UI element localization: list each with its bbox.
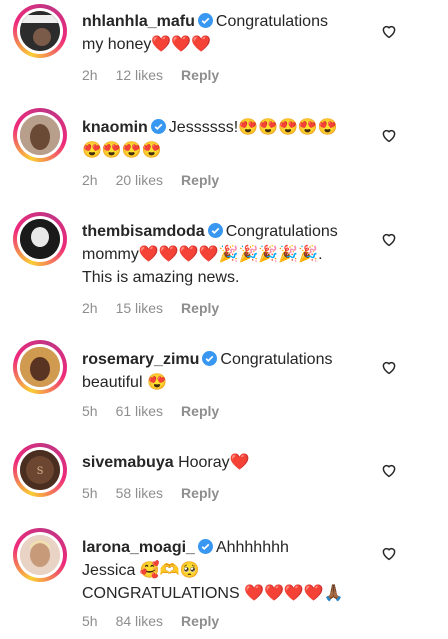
comment-text-line: 😍😍😍😍 <box>82 142 162 159</box>
reply-button[interactable]: Reply <box>181 403 219 419</box>
comment-likes[interactable]: 15 likes <box>116 300 163 316</box>
comment-text-line: Jessica 🥰🫶🥺 <box>82 562 200 579</box>
heart-outline-icon[interactable] <box>380 22 398 40</box>
avatar-story-ring[interactable] <box>13 340 67 394</box>
svg-text:S: S <box>37 466 44 477</box>
avatar: S <box>20 450 60 490</box>
avatar-story-ring[interactable] <box>13 528 67 582</box>
comment-text: Hooray❤️ <box>178 454 250 471</box>
comment-likes[interactable]: 20 likes <box>116 172 163 188</box>
comment-username[interactable]: rosemary_zimu <box>82 351 199 368</box>
comment-time: 2h <box>82 172 98 188</box>
comment-text: Congratulations <box>220 351 333 368</box>
reply-button[interactable]: Reply <box>181 485 219 501</box>
comment-text-line: CONGRATULATIONS ❤️❤️❤️❤️🙏🏾 <box>82 585 344 602</box>
heart-outline-icon[interactable] <box>380 126 398 144</box>
comment-text-line: my honey❤️❤️❤️ <box>82 36 212 53</box>
avatar-story-ring[interactable] <box>13 108 67 162</box>
reply-button[interactable]: Reply <box>181 300 219 316</box>
comment-username[interactable]: sivemabuya <box>82 454 174 471</box>
comment-likes[interactable]: 58 likes <box>116 485 163 501</box>
avatar-story-ring[interactable] <box>13 212 67 266</box>
avatar <box>20 347 60 387</box>
avatar <box>20 535 60 575</box>
comment-text: Ahhhhhhh <box>215 539 289 556</box>
heart-outline-icon[interactable] <box>380 461 398 479</box>
verified-badge-icon <box>197 13 213 28</box>
comment-text: Congratulations <box>215 13 328 30</box>
reply-button[interactable]: Reply <box>181 172 219 188</box>
heart-outline-icon[interactable] <box>380 358 398 376</box>
avatar-story-ring[interactable] <box>13 4 67 58</box>
comment-username[interactable]: thembisamdoda <box>82 223 205 240</box>
heart-outline-icon[interactable] <box>380 544 398 562</box>
reply-button[interactable]: Reply <box>181 67 219 83</box>
comment-time: 5h <box>82 613 98 629</box>
verified-badge-icon <box>202 351 218 366</box>
comment-text: Congratulations <box>225 223 338 240</box>
avatar <box>20 11 60 51</box>
comment-time: 5h <box>82 403 98 419</box>
comment-text-line: beautiful 😍 <box>82 374 167 391</box>
verified-badge-icon <box>197 539 213 554</box>
comment-text-line: This is amazing news. <box>82 269 240 286</box>
comment-likes[interactable]: 84 likes <box>116 613 163 629</box>
avatar <box>20 219 60 259</box>
comment-username[interactable]: knaomin <box>82 119 148 136</box>
heart-outline-icon[interactable] <box>380 230 398 248</box>
avatar-story-ring[interactable]: S <box>13 443 67 497</box>
comment-text: Jessssss!😍😍😍😍😍 <box>168 119 338 136</box>
verified-badge-icon <box>207 223 223 238</box>
comment-text-line: mommy❤️❤️❤️❤️🎉🎉🎉🎉🎉. <box>82 246 323 263</box>
reply-button[interactable]: Reply <box>181 613 219 629</box>
comment-username[interactable]: nhlanhla_mafu <box>82 13 195 30</box>
comment-likes[interactable]: 61 likes <box>116 403 163 419</box>
comment-likes[interactable]: 12 likes <box>116 67 163 83</box>
comment-time: 2h <box>82 67 98 83</box>
comment-username[interactable]: larona_moagi_ <box>82 539 195 556</box>
comment-time: 5h <box>82 485 98 501</box>
avatar <box>20 115 60 155</box>
verified-badge-icon <box>150 119 166 134</box>
comment-time: 2h <box>82 300 98 316</box>
